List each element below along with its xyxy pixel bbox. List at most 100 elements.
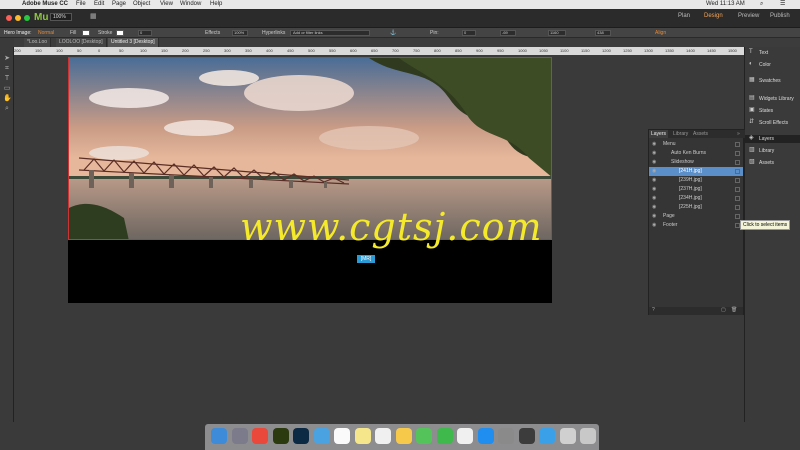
new-layer-icon[interactable]: ▢ bbox=[721, 307, 726, 313]
stroke-width-input[interactable]: 0 bbox=[138, 30, 152, 36]
layer-row[interactable]: ◉ [241H.jpg] bbox=[649, 167, 743, 176]
messages-icon[interactable] bbox=[416, 428, 432, 444]
visibility-eye-icon[interactable]: ◉ bbox=[652, 158, 656, 167]
help-icon[interactable]: ? bbox=[652, 307, 655, 313]
visibility-eye-icon[interactable]: ◉ bbox=[652, 149, 656, 158]
layer-row[interactable]: ◉ [237H.jpg] bbox=[649, 185, 743, 194]
reminders-icon[interactable] bbox=[375, 428, 391, 444]
visibility-eye-icon[interactable]: ◉ bbox=[652, 140, 656, 149]
panel-text[interactable]: T Text bbox=[749, 49, 768, 57]
visibility-eye-icon[interactable]: ◉ bbox=[652, 212, 656, 221]
view-options-icon[interactable]: ▦ bbox=[90, 13, 100, 21]
layer-row[interactable]: ◉ [239H.jpg] bbox=[649, 176, 743, 185]
layer-row[interactable]: ◉ Menu bbox=[649, 140, 743, 149]
hyperlink-input[interactable]: Add or filter links bbox=[290, 30, 370, 36]
minimize-window-button[interactable] bbox=[15, 15, 21, 21]
layer-lock-icon[interactable] bbox=[735, 160, 740, 165]
downloads-icon[interactable] bbox=[313, 428, 330, 444]
photoshop-icon[interactable] bbox=[293, 428, 309, 444]
tab-library[interactable]: Library bbox=[671, 130, 690, 138]
muse-icon[interactable] bbox=[272, 428, 289, 444]
layer-row[interactable]: ◉ [225H.jpg] bbox=[649, 203, 743, 212]
mode-preview[interactable]: Preview bbox=[738, 13, 759, 19]
photos-icon[interactable] bbox=[395, 428, 412, 444]
clock[interactable]: Wed 11:13 AM bbox=[706, 0, 745, 9]
tab-assets[interactable]: Assets bbox=[691, 130, 710, 138]
search-icon[interactable]: ⌕ bbox=[760, 0, 763, 9]
menu-view[interactable]: View bbox=[160, 0, 173, 9]
layer-lock-icon[interactable] bbox=[735, 169, 740, 174]
visibility-eye-icon[interactable]: ◉ bbox=[652, 203, 656, 212]
y-input[interactable]: -69 bbox=[500, 30, 516, 36]
panel-swatches[interactable]: ▦ Swatches bbox=[749, 77, 781, 85]
tab-untitled-3[interactable]: Untitled 3 [Desktop] bbox=[108, 38, 159, 47]
mode-plan[interactable]: Plan bbox=[678, 13, 690, 19]
panel-scroll-effects[interactable]: ⇵ Scroll Effects bbox=[749, 119, 788, 127]
safari-icon[interactable] bbox=[539, 428, 555, 444]
effects-label[interactable]: Effects bbox=[205, 28, 220, 38]
layer-lock-icon[interactable] bbox=[735, 187, 740, 192]
panel-menu-icon[interactable]: » bbox=[735, 130, 742, 138]
stroke-swatch[interactable] bbox=[116, 30, 124, 36]
panel-widgets-library[interactable]: ▤ Widgets Library bbox=[749, 95, 794, 103]
trash-icon[interactable] bbox=[580, 428, 596, 444]
panel-library[interactable]: ▥ Library bbox=[749, 147, 774, 155]
chrome-icon[interactable] bbox=[252, 428, 268, 444]
panel-states[interactable]: ▣ States bbox=[749, 107, 773, 115]
x-input[interactable]: 0 bbox=[462, 30, 476, 36]
crop-tool-icon[interactable]: ⌗ bbox=[3, 65, 11, 73]
visibility-eye-icon[interactable]: ◉ bbox=[652, 221, 656, 230]
stroke-label[interactable]: Stroke bbox=[98, 28, 112, 38]
delete-layer-icon[interactable]: 🗑 bbox=[731, 307, 737, 313]
layer-row[interactable]: ◉ Slideshow bbox=[649, 158, 743, 167]
menu-help[interactable]: Help bbox=[210, 0, 222, 9]
calendar-icon[interactable] bbox=[334, 428, 350, 444]
layer-lock-icon[interactable] bbox=[735, 205, 740, 210]
state-label[interactable]: Normal bbox=[38, 28, 54, 38]
zoom-select[interactable]: 100% bbox=[50, 13, 72, 21]
launchpad-icon[interactable] bbox=[231, 428, 248, 444]
rectangle-tool-icon[interactable]: ▭ bbox=[3, 85, 11, 93]
facetime-icon[interactable] bbox=[436, 428, 453, 444]
close-window-button[interactable] bbox=[6, 15, 12, 21]
visibility-eye-icon[interactable]: ◉ bbox=[652, 167, 656, 176]
panel-color[interactable]: ◐ Color bbox=[749, 61, 771, 69]
zoom-window-button[interactable] bbox=[24, 15, 30, 21]
layer-lock-icon[interactable] bbox=[735, 142, 740, 147]
menu-object[interactable]: Object bbox=[133, 0, 150, 9]
visibility-eye-icon[interactable]: ◉ bbox=[652, 185, 656, 194]
hyperlinks-label[interactable]: Hyperlinks bbox=[262, 28, 285, 38]
horizontal-ruler[interactable]: 200 150 100 50 0 50 100 150 200 250 300 350 400 450 50… bbox=[14, 47, 744, 55]
panel-layers[interactable]: ◈ Layers bbox=[745, 135, 800, 143]
visibility-eye-icon[interactable]: ◉ bbox=[652, 194, 656, 203]
tab-looloo-desktop[interactable]: LOOLOO [Desktop] bbox=[56, 38, 107, 47]
itunes-icon[interactable] bbox=[457, 428, 473, 444]
menu-edit[interactable]: Edit bbox=[94, 0, 104, 9]
height-input[interactable]: 438 bbox=[595, 30, 611, 36]
layer-lock-icon[interactable] bbox=[735, 178, 740, 183]
appstore-icon[interactable] bbox=[477, 428, 494, 444]
fill-swatch[interactable] bbox=[82, 30, 90, 36]
menu-page[interactable]: Page bbox=[112, 0, 126, 9]
selection-tool-icon[interactable]: ➤ bbox=[3, 55, 11, 63]
menu-list-icon[interactable]: ☰ bbox=[780, 0, 785, 9]
layer-lock-icon[interactable] bbox=[735, 151, 740, 156]
layer-row[interactable]: ◉ Auto Ken Burns bbox=[649, 149, 743, 158]
layer-row[interactable]: ◉ [234H.jpg] bbox=[649, 194, 743, 203]
visibility-eye-icon[interactable]: ◉ bbox=[652, 176, 656, 185]
layer-row[interactable]: ◉ Page bbox=[649, 212, 743, 221]
quicktime-icon[interactable] bbox=[518, 428, 535, 444]
layer-lock-icon[interactable] bbox=[735, 196, 740, 201]
text-tool-icon[interactable]: T bbox=[3, 75, 11, 83]
zoom-tool-icon[interactable]: ⌕ bbox=[3, 105, 11, 113]
layer-lock-icon[interactable] bbox=[735, 214, 740, 219]
panel-assets[interactable]: ▧ Assets bbox=[749, 159, 774, 167]
hand-tool-icon[interactable]: ✋ bbox=[3, 95, 12, 103]
mode-publish[interactable]: Publish bbox=[770, 13, 790, 19]
layer-row[interactable]: ◉ Footer bbox=[649, 221, 743, 230]
preview-icon[interactable] bbox=[559, 428, 576, 444]
menu-app-name[interactable]: Adobe Muse CC bbox=[22, 0, 68, 9]
mode-design[interactable]: Design bbox=[704, 13, 723, 19]
width-input[interactable]: 1160 bbox=[548, 30, 566, 36]
finder-icon[interactable] bbox=[211, 428, 227, 444]
